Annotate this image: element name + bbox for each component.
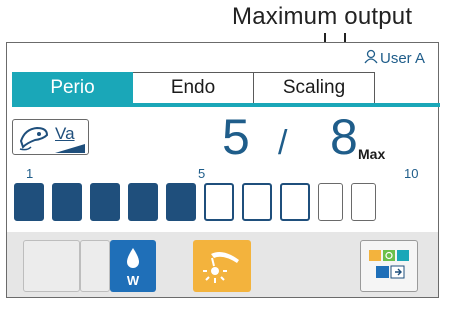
level-bar-8[interactable] xyxy=(280,183,310,221)
max-label: Max xyxy=(358,146,386,162)
tip-light-button[interactable] xyxy=(193,240,251,292)
user-indicator[interactable]: User A xyxy=(364,49,425,68)
water-label: W xyxy=(126,273,140,288)
tab-scaling[interactable]: Scaling xyxy=(254,72,375,104)
tab-bar: Perio Endo Scaling xyxy=(12,72,375,104)
level-bar-2[interactable] xyxy=(52,183,82,221)
user-icon xyxy=(364,49,378,68)
level-bar-6[interactable] xyxy=(204,183,234,221)
current-output: 5 xyxy=(222,109,250,165)
scale-mid: 5 xyxy=(198,166,206,181)
output-separator: / xyxy=(278,124,288,162)
level-bar-9[interactable] xyxy=(318,183,343,221)
tab-endo[interactable]: Endo xyxy=(133,72,254,104)
scale-end: 10 xyxy=(404,166,419,181)
scale-start: 1 xyxy=(26,166,34,181)
settings-button[interactable] xyxy=(360,240,418,292)
water-button[interactable]: W xyxy=(110,240,156,292)
power-level-bars[interactable] xyxy=(14,183,376,221)
level-bar-10[interactable] xyxy=(351,183,376,221)
mode-button[interactable]: Va xyxy=(12,119,89,155)
settings-grid-icon xyxy=(368,249,412,290)
user-label: User A xyxy=(380,50,426,67)
water-off-button[interactable] xyxy=(23,240,80,292)
level-bar-5[interactable] xyxy=(166,183,196,221)
tip-light-icon xyxy=(201,246,243,291)
water-level-button[interactable] xyxy=(80,240,110,292)
level-bar-3[interactable] xyxy=(90,183,120,221)
ramp-icon xyxy=(55,144,85,153)
level-bar-7[interactable] xyxy=(242,183,272,221)
level-bar-4[interactable] xyxy=(128,183,158,221)
max-output: 8 xyxy=(330,109,358,165)
level-bar-1[interactable] xyxy=(14,183,44,221)
mode-label: Va xyxy=(55,124,75,143)
tab-underline xyxy=(12,103,440,107)
tab-perio[interactable]: Perio xyxy=(12,72,133,104)
handpiece-icon xyxy=(17,123,51,158)
water-drop-icon xyxy=(125,247,141,274)
